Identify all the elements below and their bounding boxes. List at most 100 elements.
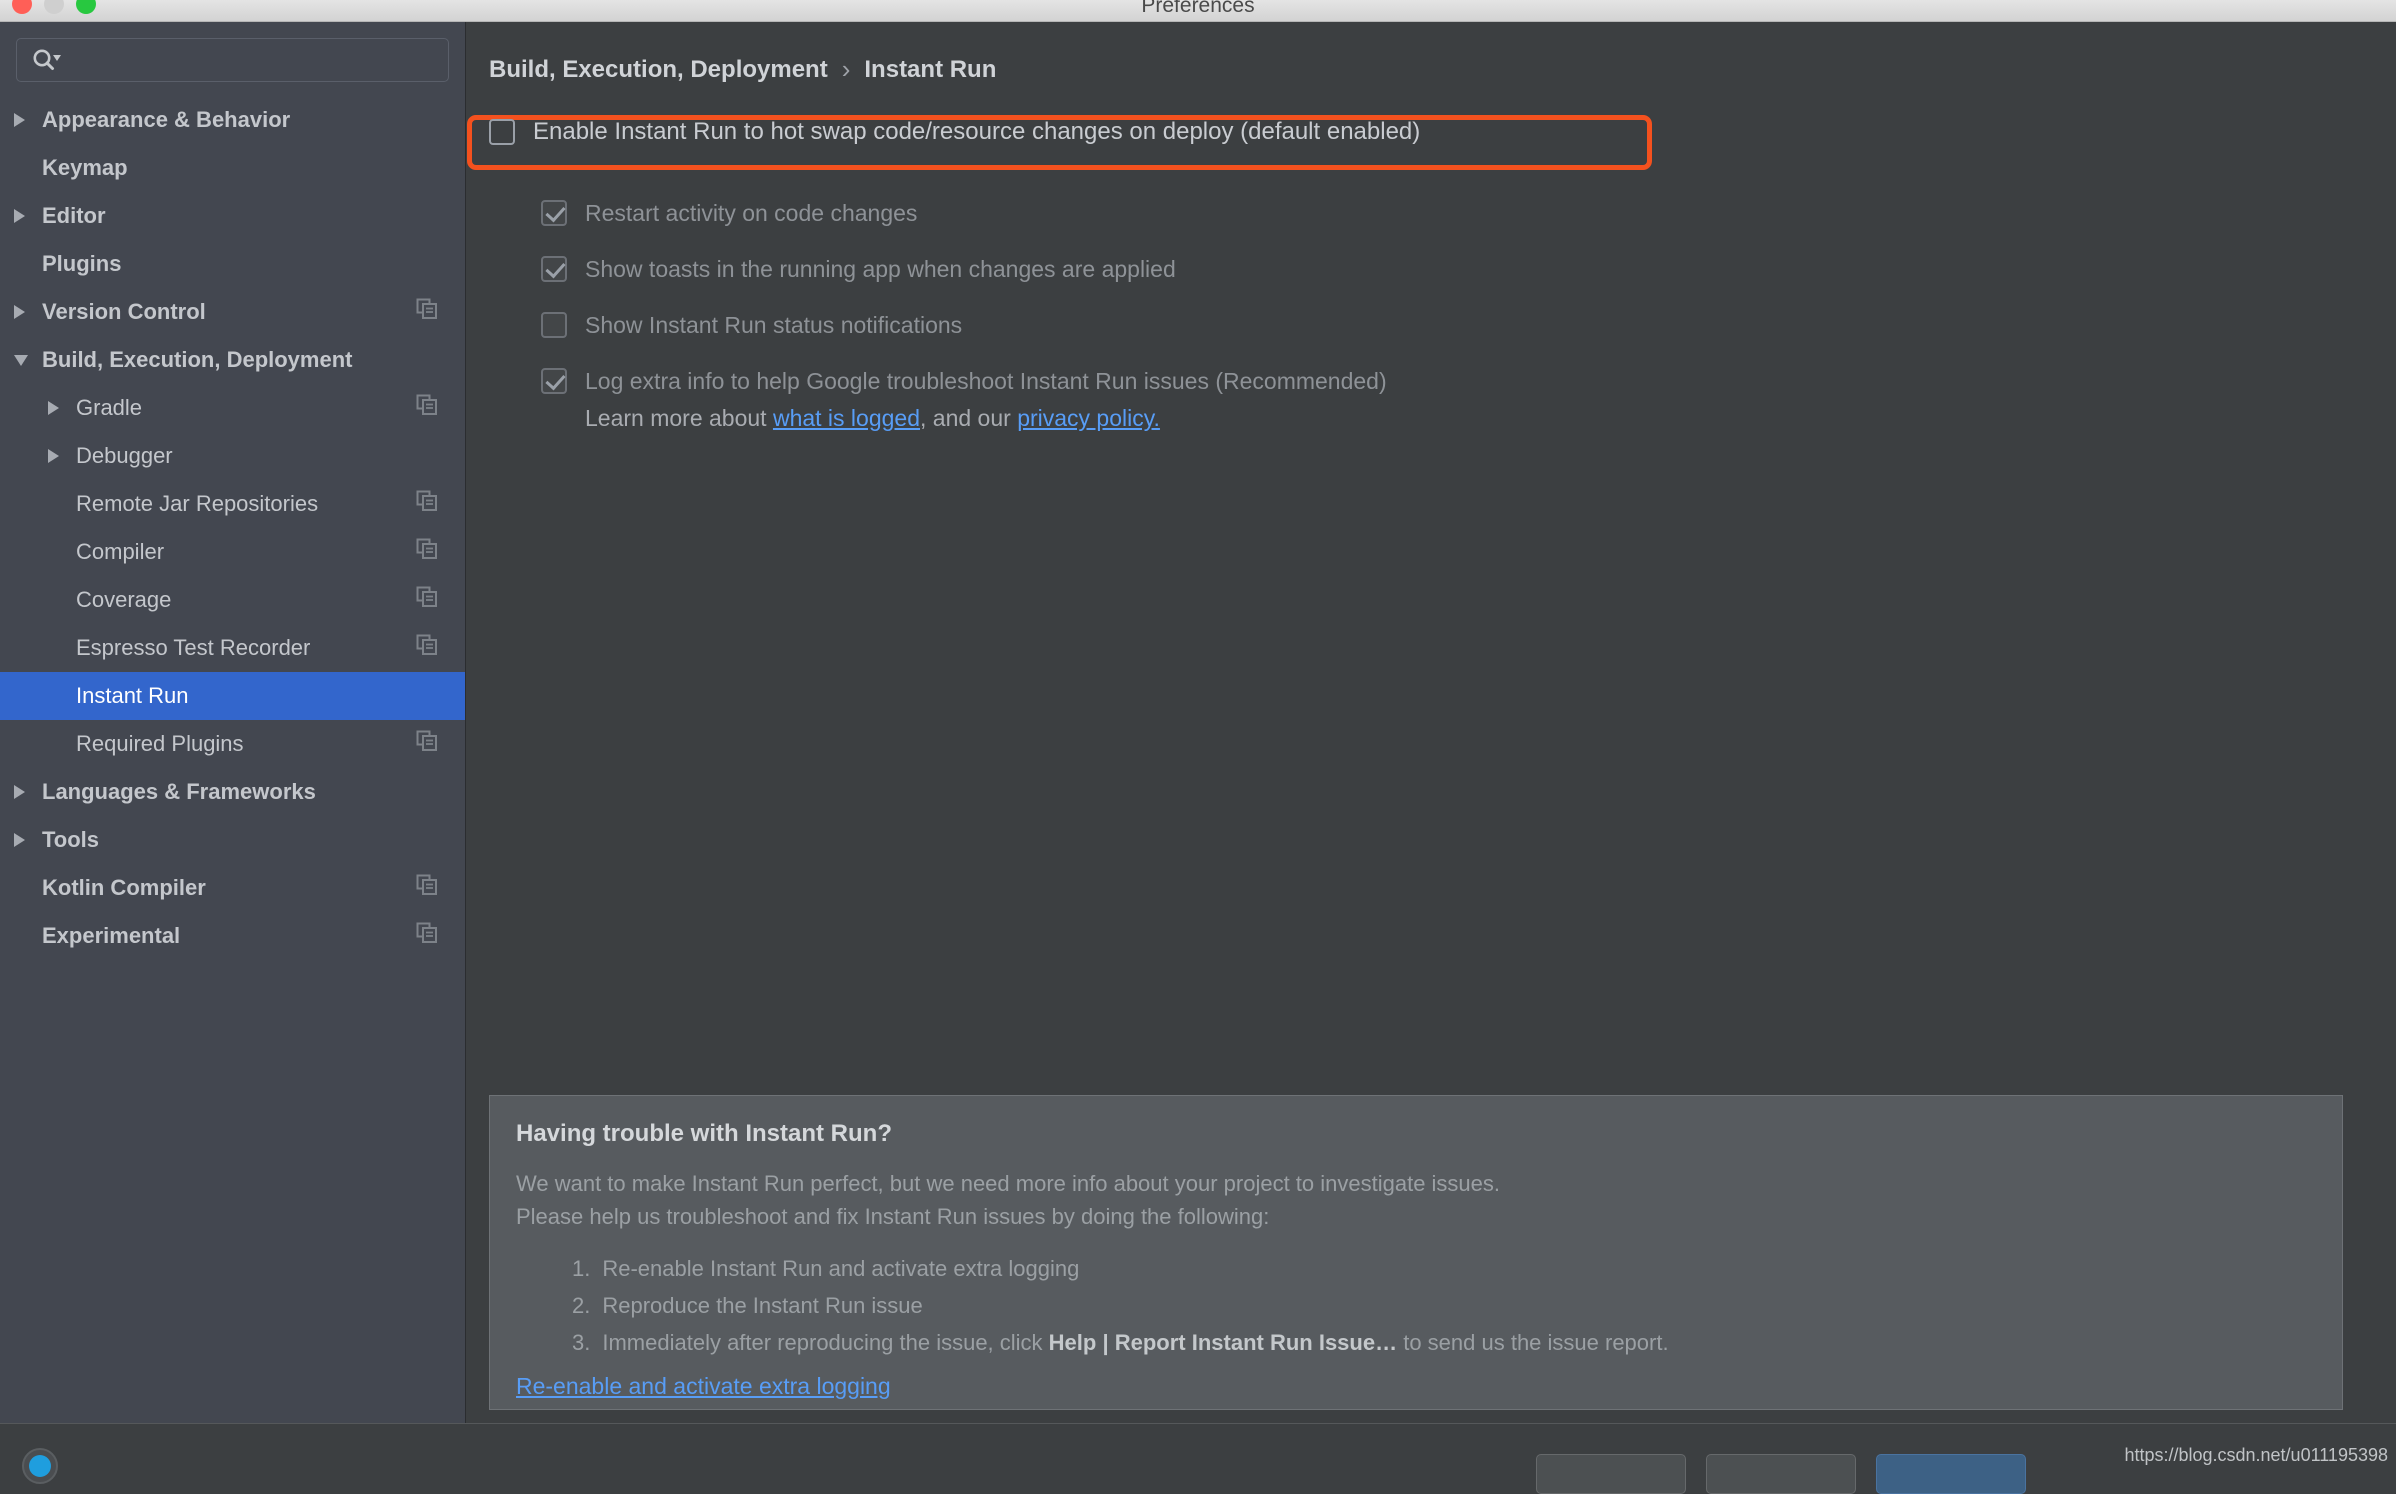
learn-more-prefix: Learn more about <box>585 405 773 431</box>
sidebar-item-version-control[interactable]: Version Control <box>0 288 465 336</box>
privacy-policy-link[interactable]: privacy policy. <box>1017 405 1160 431</box>
trouble-step-text: Immediately after reproducing the issue,… <box>602 1330 1049 1355</box>
disclosure-triangle <box>14 354 28 366</box>
sidebar-item-label: Tools <box>42 827 100 852</box>
instant-run-option-row[interactable]: Restart activity on code changes <box>541 185 1387 241</box>
enable-instant-run-row[interactable]: Enable Instant Run to hot swap code/reso… <box>489 118 1420 146</box>
sidebar-item-required-plugins[interactable]: Required Plugins <box>0 720 465 768</box>
trouble-panel-line2: Please help us troubleshoot and fix Inst… <box>516 1204 1270 1229</box>
breadcrumb: Build, Execution, Deployment › Instant R… <box>489 54 996 85</box>
watermark-text: https://blog.csdn.net/u011195398 <box>2124 1445 2388 1465</box>
sidebar-item-label: Compiler <box>76 539 165 564</box>
sidebar-item-plugins[interactable]: Plugins <box>0 240 465 288</box>
sidebar-item-label: Keymap <box>42 155 128 180</box>
sidebar-item-keymap[interactable]: Keymap <box>0 144 465 192</box>
chevron-down-icon[interactable] <box>14 354 42 366</box>
disclosure-triangle <box>14 209 25 223</box>
footer-button-1[interactable] <box>1536 1454 1686 1494</box>
copy-settings-icon[interactable] <box>415 489 439 519</box>
sidebar-item-label: Experimental <box>42 923 181 948</box>
copy-settings-icon[interactable] <box>415 921 439 951</box>
option-checkbox[interactable] <box>541 312 567 338</box>
chevron-right-icon[interactable] <box>48 401 76 415</box>
sidebar-item-gradle[interactable]: Gradle <box>0 384 465 432</box>
chevron-right-icon[interactable] <box>14 305 42 319</box>
trouble-step-text: Reproduce the Instant Run issue <box>602 1293 923 1318</box>
sidebar-item-instant-run[interactable]: Instant Run <box>0 672 465 720</box>
sidebar-item-label: Languages & Frameworks <box>42 779 316 804</box>
sidebar-item-build-execution-deployment[interactable]: Build, Execution, Deployment <box>0 336 465 384</box>
option-label: Show toasts in the running app when chan… <box>585 255 1176 282</box>
sidebar-item-label: Plugins <box>42 251 122 276</box>
option-checkbox[interactable] <box>541 256 567 282</box>
what-is-logged-link[interactable]: what is logged <box>773 405 920 431</box>
help-circle-icon[interactable] <box>22 1448 58 1484</box>
sidebar-item-remote-jar-repositories[interactable]: Remote Jar Repositories <box>0 480 465 528</box>
preferences-window: Appearance & Behavior Keymap Editor Plugins… <box>0 22 2396 1494</box>
footer-button-primary[interactable] <box>1876 1454 2026 1494</box>
settings-sidebar: Appearance & Behavior Keymap Editor Plugins… <box>0 22 466 1423</box>
chevron-right-icon[interactable] <box>48 449 76 463</box>
window-titlebar: Preferences <box>0 0 2396 22</box>
sidebar-item-experimental[interactable]: Experimental <box>0 912 465 960</box>
sidebar-item-appearance-behavior[interactable]: Appearance & Behavior <box>0 96 465 144</box>
chevron-right-icon[interactable] <box>14 785 42 799</box>
instant-run-options-group: Restart activity on code changes Show toa… <box>541 185 1387 409</box>
chevron-right-icon[interactable] <box>14 209 42 223</box>
dialog-footer <box>0 1424 2396 1494</box>
sidebar-item-label: Gradle <box>76 395 143 420</box>
sidebar-item-debugger[interactable]: Debugger <box>0 432 465 480</box>
sidebar-item-label: Kotlin Compiler <box>42 875 206 900</box>
chevron-right-icon[interactable] <box>14 113 42 127</box>
sidebar-item-coverage[interactable]: Coverage <box>0 576 465 624</box>
instant-run-option-row[interactable]: Show Instant Run status notifications <box>541 297 1387 353</box>
trouble-step-menu-path: Help | Report Instant Run Issue… <box>1048 1330 1398 1355</box>
footer-button-2[interactable] <box>1706 1454 1856 1494</box>
sidebar-item-espresso-test-recorder[interactable]: Espresso Test Recorder <box>0 624 465 672</box>
chevron-right-icon[interactable] <box>14 833 42 847</box>
breadcrumb-current: Instant Run <box>864 55 997 83</box>
trouble-step-number: 1. <box>572 1256 591 1281</box>
trouble-step-number: 2. <box>572 1293 591 1318</box>
instant-run-option-row[interactable]: Log extra info to help Google troublesho… <box>541 353 1387 409</box>
copy-settings-icon[interactable] <box>415 297 439 327</box>
search-box[interactable] <box>16 38 449 82</box>
learn-more-line: Learn more about what is logged, and our… <box>585 405 1160 432</box>
copy-settings-icon[interactable] <box>415 633 439 663</box>
sidebar-item-editor[interactable]: Editor <box>0 192 465 240</box>
breadcrumb-parent[interactable]: Build, Execution, Deployment <box>489 56 828 84</box>
copy-settings-icon[interactable] <box>415 393 439 423</box>
sidebar-item-compiler[interactable]: Compiler <box>0 528 465 576</box>
search-icon <box>31 48 61 72</box>
sidebar-item-label: Editor <box>42 203 106 228</box>
enable-instant-run-checkbox[interactable] <box>489 119 515 145</box>
copy-settings-icon[interactable] <box>415 729 439 759</box>
copy-settings-icon[interactable] <box>415 873 439 903</box>
trouble-step: 1. Re-enable Instant Run and activate ext… <box>572 1256 1669 1282</box>
disclosure-triangle <box>14 785 25 799</box>
copy-settings-icon[interactable] <box>415 585 439 615</box>
copy-settings-icon[interactable] <box>415 537 439 567</box>
sidebar-search-wrap <box>0 22 465 82</box>
enable-instant-run-label: Enable Instant Run to hot swap code/reso… <box>533 118 1421 145</box>
disclosure-triangle <box>48 449 59 463</box>
trouble-panel-link-wrap: Re-enable and activate extra logging <box>516 1373 891 1400</box>
trouble-panel-line1: We want to make Instant Run perfect, but… <box>516 1171 1501 1196</box>
re-enable-extra-logging-link[interactable]: Re-enable and activate extra logging <box>516 1373 891 1399</box>
help-dot <box>29 1455 51 1477</box>
option-checkbox[interactable] <box>541 200 567 226</box>
settings-tree: Appearance & Behavior Keymap Editor Plugins… <box>0 96 465 960</box>
sidebar-item-languages-frameworks[interactable]: Languages & Frameworks <box>0 768 465 816</box>
trouble-step-text-tail: to send us the issue report. <box>1397 1330 1669 1355</box>
option-label: Show Instant Run status notifications <box>585 311 963 338</box>
sidebar-item-tools[interactable]: Tools <box>0 816 465 864</box>
sidebar-item-label: Coverage <box>76 587 172 612</box>
disclosure-triangle <box>14 833 25 847</box>
sidebar-item-kotlin-compiler[interactable]: Kotlin Compiler <box>0 864 465 912</box>
trouble-panel: Having trouble with Instant Run? We want… <box>489 1095 2343 1410</box>
instant-run-option-row[interactable]: Show toasts in the running app when chan… <box>541 241 1387 297</box>
option-label: Restart activity on code changes <box>585 199 918 226</box>
search-input[interactable] <box>61 49 448 71</box>
window-title: Preferences <box>1141 0 1255 17</box>
option-checkbox[interactable] <box>541 368 567 394</box>
